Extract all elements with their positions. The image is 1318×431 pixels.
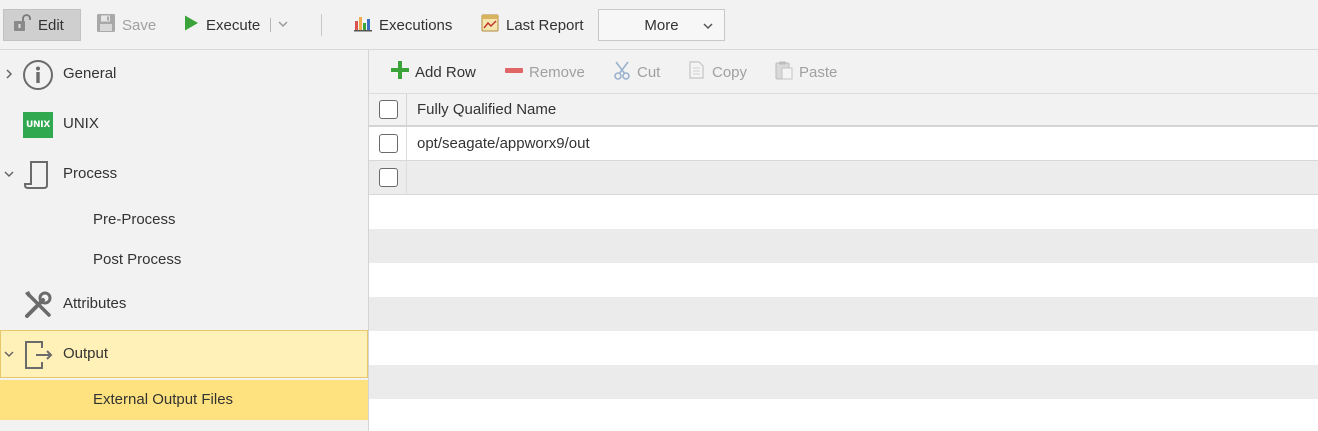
- floppy-disk-icon: [96, 13, 116, 37]
- empty-grid-stripe: [369, 399, 1318, 431]
- save-button[interactable]: Save: [88, 9, 164, 41]
- play-icon: [182, 14, 200, 36]
- new-entry-row[interactable]: [369, 161, 1318, 195]
- sidebar-item-process[interactable]: Process: [0, 150, 368, 198]
- sidebar-item-pre-process[interactable]: Pre-Process: [0, 200, 368, 240]
- chevron-down-icon[interactable]: [277, 17, 289, 34]
- plus-icon: [390, 60, 410, 84]
- empty-grid-stripe: [369, 229, 1318, 263]
- grid-toolbar: Add Row Remove Cut Copy Paste: [369, 50, 1318, 94]
- tools-icon: [22, 289, 54, 321]
- empty-grid-stripe: [369, 297, 1318, 331]
- table-row[interactable]: opt/seagate/appworx9/out: [369, 127, 1318, 161]
- sidebar-item-attributes[interactable]: Attributes: [0, 280, 368, 328]
- sidebar-item-label: UNIX: [63, 115, 99, 132]
- sidebar-item-external-output-files[interactable]: External Output Files: [0, 380, 368, 420]
- select-all-checkbox[interactable]: [379, 100, 398, 119]
- select-all-cell: [369, 94, 407, 125]
- empty-grid-stripe: [369, 365, 1318, 399]
- more-label: More: [644, 16, 679, 34]
- navigation-sidebar: General UNIX UNIX Process Pre-Process Po…: [0, 50, 369, 431]
- row-checkbox[interactable]: [379, 134, 398, 153]
- grid-header-row: Fully Qualified Name: [369, 94, 1318, 127]
- bar-chart-icon: [353, 14, 373, 36]
- main-toolbar: Edit Save Execute Executions Last Report…: [0, 0, 1318, 50]
- info-icon: [22, 59, 54, 91]
- sidebar-item-output[interactable]: Output: [0, 330, 368, 378]
- execute-label: Execute: [206, 16, 261, 34]
- output-icon: [22, 339, 54, 371]
- sidebar-item-label: Pre-Process: [93, 211, 176, 228]
- unlock-icon: [12, 14, 32, 36]
- sidebar-item-label: Process: [63, 165, 118, 182]
- row-checkbox-cell: [369, 161, 407, 194]
- empty-grid-stripe: [369, 263, 1318, 297]
- toolbar-divider: [321, 14, 322, 36]
- chevron-right-icon[interactable]: [3, 67, 15, 79]
- edit-button[interactable]: Edit: [3, 9, 81, 41]
- row-checkbox-cell: [369, 127, 407, 160]
- scissors-icon: [612, 60, 632, 84]
- execute-split-divider: [270, 18, 272, 32]
- sidebar-item-general[interactable]: General: [0, 50, 368, 98]
- minus-icon: [504, 60, 524, 84]
- fully-qualified-name-cell[interactable]: opt/seagate/appworx9/out: [417, 135, 590, 152]
- copy-icon: [687, 60, 707, 84]
- chevron-down-icon[interactable]: [3, 347, 15, 359]
- main-panel: Add Row Remove Cut Copy Paste Fully Qual…: [369, 50, 1318, 431]
- more-dropdown[interactable]: More: [598, 9, 725, 41]
- empty-grid-stripe: [369, 331, 1318, 365]
- last-report-button[interactable]: Last Report: [472, 9, 592, 41]
- process-icon: [22, 159, 54, 191]
- paste-button[interactable]: Paste: [774, 60, 837, 84]
- unix-badge: UNIX: [23, 112, 53, 138]
- add-row-label: Add Row: [415, 63, 476, 81]
- executions-label: Executions: [379, 16, 453, 34]
- copy-label: Copy: [712, 63, 748, 81]
- executions-button[interactable]: Executions: [345, 9, 460, 41]
- cut-button[interactable]: Cut: [612, 60, 660, 84]
- unix-icon: UNIX: [22, 109, 54, 141]
- paste-label: Paste: [799, 63, 838, 81]
- sidebar-item-label: Attributes: [63, 295, 127, 312]
- clipboard-icon: [774, 60, 794, 84]
- sidebar-item-label: Output: [63, 345, 109, 362]
- chevron-down-icon: [702, 19, 714, 36]
- sidebar-item-unix[interactable]: UNIX UNIX: [0, 100, 368, 148]
- save-label: Save: [122, 16, 157, 34]
- column-header-fully-qualified-name[interactable]: Fully Qualified Name: [417, 101, 556, 118]
- remove-label: Remove: [529, 63, 585, 81]
- edit-label: Edit: [38, 16, 64, 34]
- last-report-label: Last Report: [506, 16, 584, 34]
- sidebar-item-label: Post Process: [93, 251, 182, 268]
- copy-button[interactable]: Copy: [687, 60, 747, 84]
- remove-button[interactable]: Remove: [504, 60, 585, 84]
- cut-label: Cut: [637, 63, 661, 81]
- sidebar-item-label: General: [63, 65, 117, 82]
- sidebar-item-label: External Output Files: [93, 391, 234, 408]
- add-row-button[interactable]: Add Row: [390, 60, 476, 84]
- sidebar-item-post-process[interactable]: Post Process: [0, 240, 368, 280]
- execute-button[interactable]: Execute: [174, 9, 297, 41]
- chevron-down-icon[interactable]: [3, 167, 15, 179]
- empty-grid-stripe: [369, 195, 1318, 229]
- report-icon: [480, 13, 500, 37]
- row-checkbox[interactable]: [379, 168, 398, 187]
